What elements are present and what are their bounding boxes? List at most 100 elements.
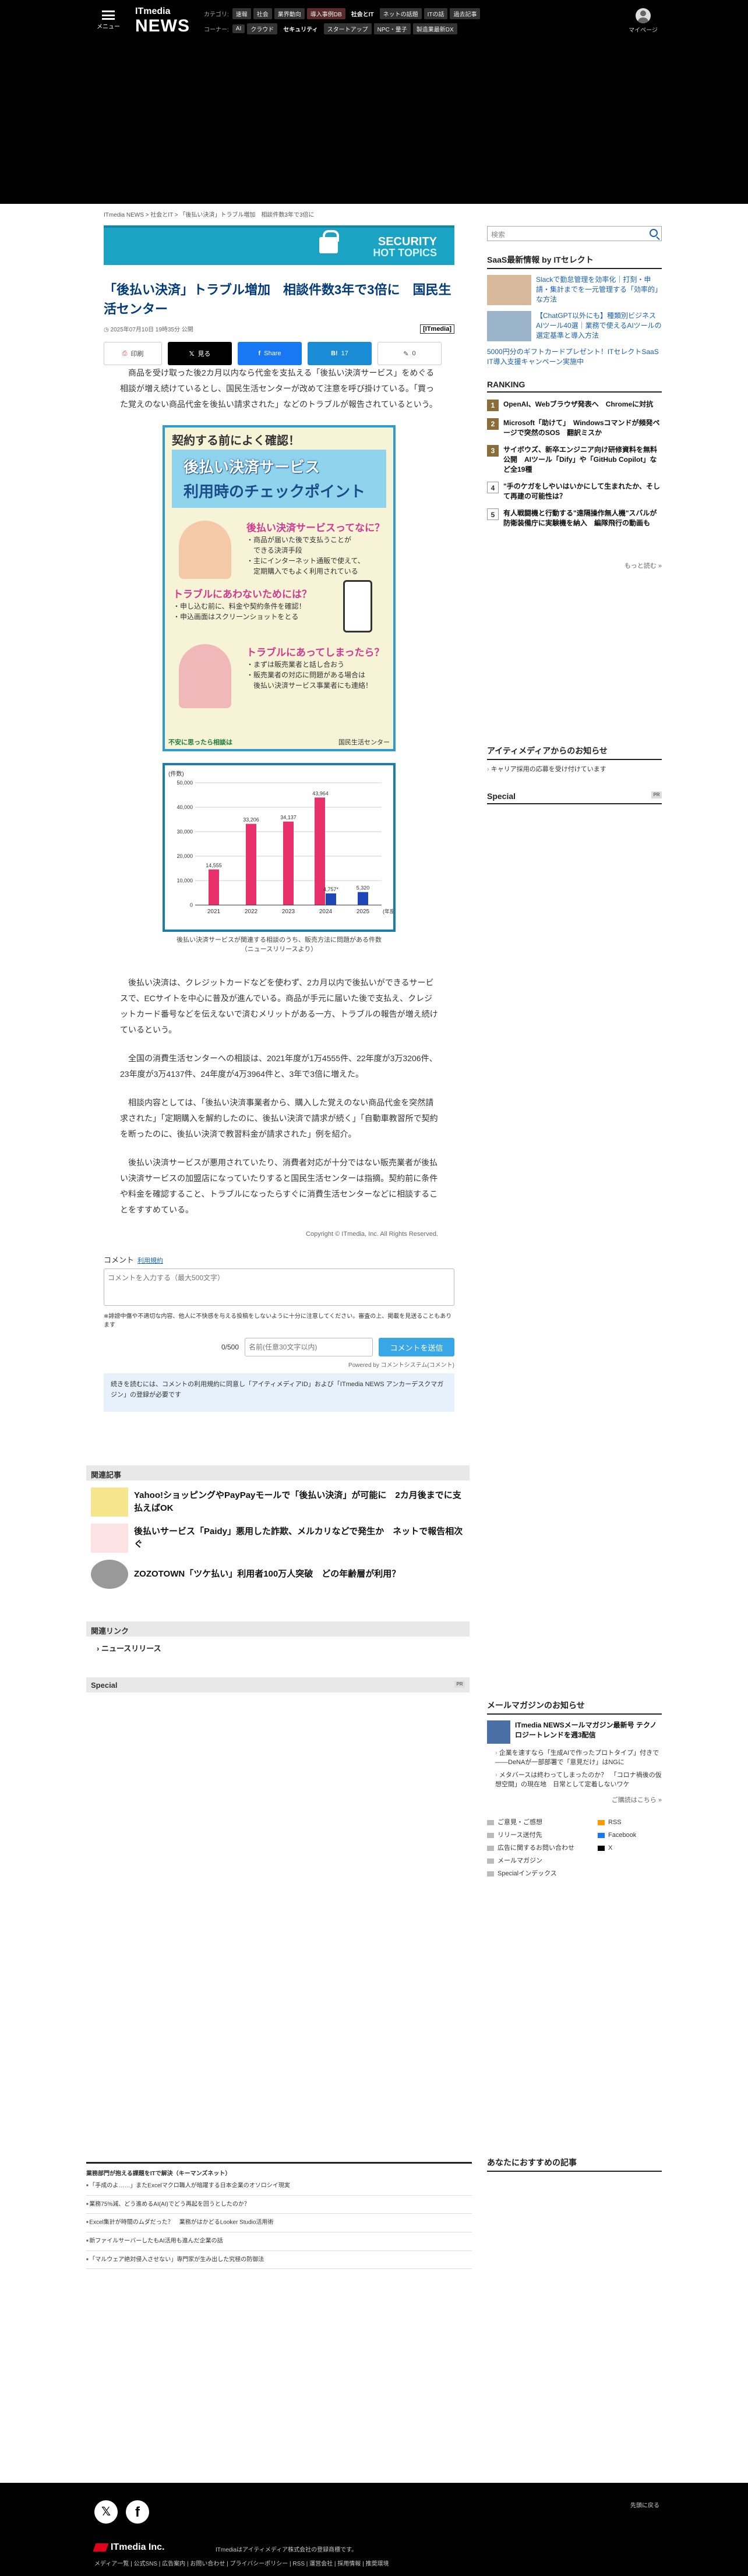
article-paragraph: 後払い決済は、クレジットカードなどを使わず、2カ月以内で後払いができるサービスで… [120,978,438,1034]
nav-category[interactable]: ITの話 [424,8,448,19]
nav-category[interactable]: 導入事例DB [306,8,345,19]
name-input[interactable] [245,1338,373,1356]
rss-link[interactable]: RSS [598,1816,662,1829]
nav-category[interactable]: ネットの話題 [379,8,422,19]
ranking-title[interactable]: OpenAI、Webブラウザ発表へ Chromeに対抗 [503,400,653,411]
ranking-title[interactable]: サイボウズ、新卒エンジニア向け研修資料を無料公開 AIツール「Dify」や「Gi… [503,445,662,475]
rss-link-text[interactable]: RSS [608,1819,622,1826]
nav-corner[interactable]: 製造業最新DX [412,23,457,34]
site-logo[interactable]: ITmedia NEWS [135,7,190,35]
other-share-button[interactable]: ✎ 0 [377,342,442,365]
keymans-item[interactable]: 業務75%減、どう進めるAI(AI)でどう再起を回うとしたのか？ [86,2196,472,2214]
feedback-link-text[interactable]: ご意見・ご感想 [498,1819,542,1826]
press-release-link[interactable]: リリース送付先 [487,1829,598,1842]
mail-magazine-latest[interactable]: ITmedia NEWSメールマガジン最新号 テクノロジートレンドを週3配信 [487,1720,662,1744]
related-link-text[interactable]: ニュースリリース [101,1644,161,1653]
facebook-link[interactable]: Facebook [598,1829,662,1842]
nav-category[interactable]: 社会とIT [347,8,377,19]
lock-icon [319,230,339,253]
related-links-heading: 関連リンク [86,1621,470,1637]
security-hot-topics-banner[interactable]: SECURITY HOT TOPICS [104,225,454,265]
search-icon[interactable] [650,229,658,237]
mail-magazine-item[interactable]: メタバースは終わってしまったのか？ 「コロナ禍後の仮想空間」の現在地 日常として… [487,1771,662,1789]
comment-input[interactable] [104,1268,454,1306]
ranking-title[interactable]: 有人戦闘機と行動する"遠隔操作無人機"スバルが防衛装備庁に実験機を納入 編隊飛行… [503,508,662,528]
related-article-title[interactable]: 後払いサービス「Paidy」悪用した詐欺、メルカリなどで発生か ネットで報告相次… [134,1525,470,1551]
special-index-link-text[interactable]: Specialインデックス [498,1870,557,1877]
mail-magazine-item[interactable]: 企業を速すなら「生成AIで作ったプロトタイプ」付きで――DeNAが一部部署で「意… [487,1748,662,1767]
logo-news: NEWS [135,16,190,36]
related-article-item[interactable]: Yahoo!ショッピングやPayPayモールで「後払い決済」が可能に 2カ月後ま… [86,1484,470,1520]
mypage-button[interactable]: マイページ [626,8,661,34]
menu-button[interactable]: メニュー [97,10,120,30]
x-link[interactable]: X [598,1842,662,1854]
page-top-link[interactable]: 先頭に戻る [630,2500,659,2509]
saas-item-title[interactable]: Slackで勤怠管理を効率化｜打刻・申請・集計までを一元管理する「効率的」な方法 [536,275,662,305]
nav-corner[interactable]: スタートアップ [323,23,372,34]
keymans-item[interactable]: 新ファイルサーバーしたもAI活用も進んだ企業の話 [86,2232,472,2251]
article-source: [ITmedia] [420,324,454,334]
special-icon [487,1871,494,1877]
nav-category[interactable]: 速報 [232,8,251,19]
saas-promo-text[interactable]: 5000円分のギフトカードプレゼント！ITセレクトSaaS IT導入支援キャンペ… [487,347,662,367]
mail-magazine-title[interactable]: ITmedia NEWSメールマガジン最新号 テクノロジートレンドを週3配信 [515,1720,662,1744]
saas-item-title[interactable]: 【ChatGPT以外にも】種類別ビジネスAIツール40選｜業務で使えるAIツール… [536,311,662,341]
related-articles-heading: 関連記事 [86,1465,470,1480]
media-notice-item[interactable]: キャリア採用の応募を受け付けています [487,765,662,774]
nav-category[interactable]: 業界動向 [274,8,305,19]
breadcrumb[interactable]: ITmedia NEWS > 社会とIT > 「後払い決済」トラブル増加 相談件… [104,210,454,218]
saas-item[interactable]: 【ChatGPT以外にも】種類別ビジネスAIツール40選｜業務で使えるAIツール… [487,311,662,341]
nav-corner[interactable]: AI [232,24,245,33]
x-footer-icon[interactable]: 𝕏 [94,2500,118,2524]
nav-corner[interactable]: セキュリティ [280,23,322,34]
nav-corner[interactable]: NPC・量子 [373,23,411,34]
comment-agreement-notice[interactable]: 続きを読むには、コメントの利用規約に同意し「アイティメディアID」および「ITm… [104,1373,454,1412]
nav-corner[interactable]: クラウド [247,23,278,34]
facebook-share-button[interactable]: f Share [238,342,302,365]
ad-inquiry-link[interactable]: 広告に関するお問い合わせ [487,1842,598,1854]
y-tick-label: 0 [190,902,193,908]
saas-promo[interactable]: 5000円分のギフトカードプレゼント！ITセレクトSaaS IT導入支援キャンペ… [487,347,662,367]
terms-link[interactable]: 利用規約 [137,1257,163,1264]
site-header: メニュー ITmedia NEWS カテゴリ: 速報 社会 業界動向 導入事例D… [0,0,748,204]
ranking-item[interactable]: 5 有人戦闘機と行動する"遠隔操作無人機"スバルが防衛装備庁に実験機を納入 編隊飛… [487,508,662,528]
related-article-title[interactable]: Yahoo!ショッピングやPayPayモールで「後払い決済」が可能に 2カ月後ま… [134,1489,470,1515]
feedback-link[interactable]: ご意見・ご感想 [487,1816,598,1829]
x-link-text[interactable]: X [608,1844,612,1851]
related-article-item[interactable]: 後払いサービス「Paidy」悪用した詐欺、メルカリなどで発生か ネットで報告相次… [86,1520,470,1556]
search-input[interactable]: 検索 [487,226,662,241]
related-link[interactable]: › ニュースリリース [97,1642,161,1653]
ranking-item[interactable]: 2 Microsoft「助けて」 Windowsコマンドが頻発ページで突然のSOS… [487,418,662,438]
ranking-item[interactable]: 4 "手のケガをしやいはいかにして生まれたか、そして再建の可能性は？ [487,482,662,501]
keymans-item[interactable]: 「マルウェア絶対侵入させない」専門家が生み出した究極の防御法 [86,2251,472,2270]
nav-category[interactable]: 社会 [253,8,272,19]
keymans-item[interactable]: 「手成のよ……」またExcelマクロ職人が暗躍する日本企業のオソロシイ現実 [86,2177,472,2196]
special-index-link[interactable]: Specialインデックス [487,1867,598,1880]
ad-inquiry-link-text[interactable]: 広告に関するお問い合わせ [498,1844,574,1851]
x-share-button[interactable]: 𝕏 見る [168,342,232,365]
keymans-item[interactable]: Excel集計が時間のムダだった？ 業務がはかどるLooker Studio活用… [86,2214,472,2232]
print-button[interactable]: ⎙ 印刷 [104,342,162,365]
saas-item[interactable]: Slackで勤怠管理を効率化｜打刻・申請・集計までを一元管理する「効率的」な方法 [487,275,662,305]
facebook-footer-icon[interactable]: f [126,2500,149,2524]
data-label: 5,320 [357,885,370,891]
press-release-link-text[interactable]: リリース送付先 [498,1832,542,1839]
related-article-item[interactable]: ZOZOTOWN「ツケ払い」利用者100万人突破 どの年齢層が利用？ [86,1556,470,1592]
nav-category[interactable]: 過去記事 [450,8,481,19]
mail-magazine-link[interactable]: メールマガジン [487,1854,598,1867]
footer-links[interactable]: メディア一覧 | 公式SNS | 広告案内 | お問い合わせ | プライバシーポ… [94,2559,389,2567]
ranking-item[interactable]: 1 OpenAI、Webブラウザ発表へ Chromeに対抗 [487,400,662,411]
ranking-title[interactable]: Microsoft「助けて」 Windowsコマンドが頻発ページで突然のSOS … [503,418,662,438]
char-counter: 0/500 [221,1343,239,1351]
mail-magazine-more[interactable]: ご購読はこちら » [487,1795,662,1804]
banner-line2: HOT TOPICS [373,247,437,259]
related-article-title[interactable]: ZOZOTOWN「ツケ払い」利用者100万人突破 どの年齢層が利用？ [134,1568,400,1581]
a2-line: ・申し込む前に、料金や契約条件を確認！ [173,602,306,610]
facebook-link-text[interactable]: Facebook [608,1832,636,1839]
hatena-bookmark-button[interactable]: B! 17 [308,342,372,365]
ranking-item[interactable]: 3 サイボウズ、新卒エンジニア向け研修資料を無料公開 AIツール「Dify」や「G… [487,445,662,475]
ranking-title[interactable]: "手のケガをしやいはいかにして生まれたか、そして再建の可能性は？ [503,482,662,501]
ranking-more-link[interactable]: もっと読む » [487,561,662,570]
submit-comment-button[interactable]: コメントを送信 [379,1338,454,1356]
mail-magazine-link-text[interactable]: メールマガジン [498,1857,542,1864]
